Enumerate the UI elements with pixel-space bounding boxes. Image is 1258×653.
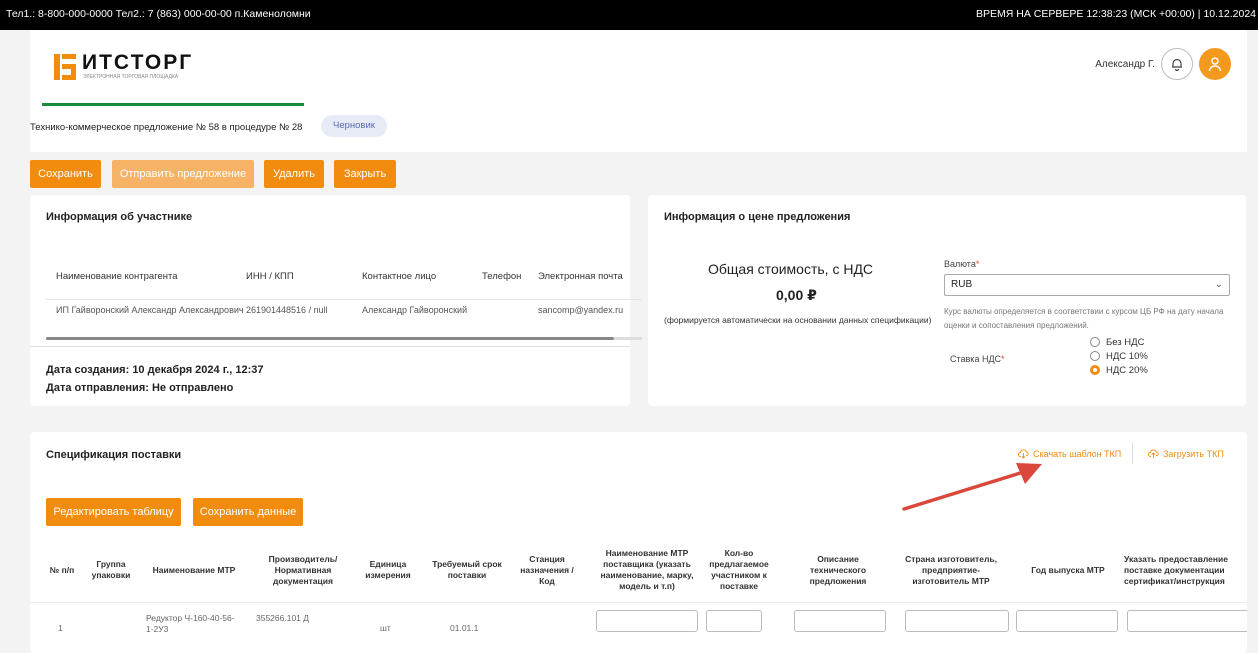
col-header: Производитель/ Нормативная документация (268, 553, 338, 586)
spec-card: Спецификация поставки Скачать шаблон ТКП… (30, 432, 1247, 653)
cell-date: 01.01.1 (450, 623, 479, 633)
table-row: ИП Гайворонский Александр Александрович … (46, 290, 642, 330)
divider (30, 346, 630, 347)
close-button[interactable]: Закрыть (334, 160, 396, 188)
cell-num: 1 (58, 623, 63, 633)
currency-label: Валюта* (944, 259, 980, 269)
upload-tkp-link[interactable]: Загрузить ТКП (1148, 448, 1224, 459)
download-template-label: Скачать шаблон ТКП (1033, 448, 1122, 459)
price-title: Информация о цене предложения (664, 211, 851, 223)
user-icon (1208, 57, 1222, 72)
vat-option-none[interactable]: Без НДС (1090, 336, 1148, 348)
download-template-link[interactable]: Скачать шаблон ТКП (1018, 448, 1121, 459)
sent-date: Дата отправления: Не отправлено (46, 382, 234, 394)
col-header: Кол-во предлагаемое участником к поставк… (709, 548, 769, 591)
documentation-input[interactable] (1127, 610, 1247, 632)
status-badge: Черновик (321, 115, 387, 137)
logo-text: ИТСТОРГ (82, 51, 194, 74)
total-note: (формируется автоматически на основании … (664, 315, 932, 325)
col-header: Станция назначения / Код (520, 553, 574, 586)
user-menu: Александр Г. (1095, 48, 1231, 80)
logo-subtitle: ЭЛЕКТРОННАЯ ТОРГОВАЯ ПЛОЩАДКА (83, 74, 179, 80)
cell-counterparty: ИП Гайворонский Александр Александрович (56, 305, 244, 315)
vat-label: Ставка НДС* (950, 354, 1005, 364)
vat-option-label: НДС 20% (1106, 364, 1148, 376)
col-header: Наименование МТР поставщика (указать наи… (600, 548, 694, 591)
spec-title: Спецификация поставки (46, 449, 182, 461)
col-header: Наименование МТР (152, 564, 236, 575)
participant-table: Наименование контрагента ИНН / КПП Конта… (46, 257, 642, 343)
currency-note: Курс валюты определяется в соответствии … (944, 307, 1224, 330)
participant-title: Информация об участнике (46, 211, 193, 223)
currency-value: RUB (951, 279, 973, 290)
price-card: Информация о цене предложения Общая стои… (648, 195, 1246, 406)
bell-icon (1172, 58, 1182, 71)
radio-selected-icon (1090, 365, 1100, 375)
vat-radio-group: Без НДС НДС 10% НДС 20% (1090, 336, 1148, 376)
active-tab-indicator (42, 103, 304, 106)
supplier-name-input[interactable] (596, 610, 698, 632)
vat-option-label: НДС 10% (1106, 350, 1148, 362)
radio-icon (1090, 337, 1100, 347)
divider (1132, 442, 1133, 464)
col-header: № п/п (49, 564, 75, 575)
edit-table-button[interactable]: Редактировать таблицу (46, 498, 181, 526)
spec-table-header: № п/п Группа упаковки Наименование МТР П… (30, 540, 1247, 600)
total-value: 0,00 ₽ (776, 287, 817, 303)
currency-select[interactable]: RUB ⌄ (944, 274, 1230, 296)
tech-description-input[interactable] (794, 610, 886, 632)
cell-contact: Александр Гайворонский (362, 305, 468, 315)
col-header: Указать предоставление поставке документ… (1124, 553, 1229, 586)
dates-block: Дата создания: 10 декабря 2024 г., 12:37… (46, 361, 264, 397)
save-data-button[interactable]: Сохранить данные (193, 498, 303, 526)
logo[interactable]: ИТСТОРГ ЭЛЕКТРОННАЯ ТОРГОВАЯ ПЛОЩАДКА (54, 51, 244, 82)
col-header: Описание технического предложения (809, 553, 867, 586)
cell-inn: 261901448516 / null (246, 305, 328, 315)
delete-button[interactable]: Удалить (264, 160, 324, 188)
radio-icon (1090, 351, 1100, 361)
currency-label-text: Валюта (944, 259, 976, 269)
cloud-upload-icon (1148, 449, 1159, 458)
total-label: Общая стоимость, с НДС (708, 261, 874, 277)
cell-maker: 355266.101 Д (256, 613, 310, 623)
header: ИТСТОРГ ЭЛЕКТРОННАЯ ТОРГОВАЯ ПЛОЩАДКА Ал… (30, 30, 1247, 152)
vat-option-label: Без НДС (1106, 336, 1145, 348)
cell-email: sancomp@yandex.ru (538, 305, 624, 315)
cloud-download-icon (1018, 449, 1029, 459)
send-offer-button[interactable]: Отправить предложение (112, 160, 254, 188)
procedure-title: Технико-коммерческое предложение № 58 в … (30, 122, 303, 133)
save-button[interactable]: Сохранить (30, 160, 101, 188)
participant-card: Информация об участнике Наименование кон… (30, 195, 642, 406)
col-header: Единица измерения (365, 559, 411, 580)
top-info-bar: Тел1.: 8-800-000-0000 Тел2.: 7 (863) 000… (0, 0, 1258, 30)
notifications-button[interactable] (1161, 48, 1193, 80)
upload-tkp-label: Загрузить ТКП (1163, 448, 1224, 459)
avatar[interactable] (1199, 48, 1231, 80)
server-time-text: ВРЕМЯ НА СЕРВЕРЕ 12:38:23 (МСК +00:00) |… (976, 8, 1256, 20)
user-name[interactable]: Александр Г. (1095, 59, 1155, 70)
vat-option-10[interactable]: НДС 10% (1090, 350, 1148, 362)
chevron-down-icon: ⌄ (1214, 279, 1223, 290)
col-header: Страна изготовитель, предприятие-изготов… (905, 553, 997, 586)
cell-name: Редуктор Ч-160-40-56-1-2У3 (146, 613, 235, 634)
manufacturer-input[interactable] (905, 610, 1009, 632)
vat-option-20[interactable]: НДС 20% (1090, 364, 1148, 376)
cell-unit: шт (380, 623, 391, 633)
phones-text: Тел1.: 8-800-000-0000 Тел2.: 7 (863) 000… (6, 8, 311, 20)
quantity-input[interactable] (706, 610, 762, 632)
col-header: Группа упаковки (91, 559, 131, 580)
col-header: Год выпуска МТР (1031, 564, 1105, 575)
created-date: Дата создания: 10 декабря 2024 г., 12:37 (46, 364, 264, 376)
vat-label-text: Ставка НДС (950, 354, 1002, 364)
year-input[interactable] (1016, 610, 1118, 632)
col-header: Требуемый срок поставки (432, 559, 502, 580)
scrollbar-thumb[interactable] (46, 337, 614, 340)
